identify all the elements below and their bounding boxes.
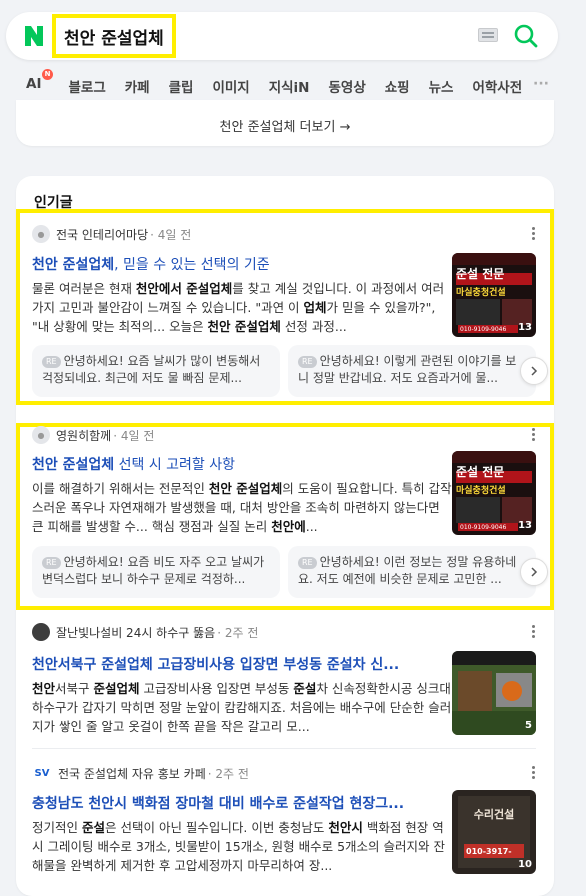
post-item[interactable]: ● 영원히함께 · 4일 전 천안 준설업체 선택 시 고려할 사항 이를 해결…	[16, 423, 554, 610]
thumbnail-subtitle: 마실충청건설	[456, 288, 506, 298]
post-title[interactable]: 천안 준설업체, 믿을 수 있는 선택의 기준	[32, 254, 452, 274]
naver-logo-icon[interactable]	[22, 24, 48, 48]
post-time: · 2주 전	[217, 625, 259, 640]
post-item[interactable]: ● 전국 인테리어마당 · 4일 전 천안 준설업체, 믿을 수 있는 선택의 …	[16, 209, 554, 405]
reply-item[interactable]: RE 안녕하세요! 요즘 비도 자주 오고 날씨가 변덕스럽다 보니 하수구 문제…	[32, 546, 280, 598]
tab-blog[interactable]: 블로그	[68, 76, 105, 96]
post-thumbnail[interactable]: 수리건설 010-3917- 10	[452, 790, 536, 874]
new-badge: N	[42, 69, 53, 80]
tab-clip[interactable]: 클립	[169, 76, 194, 96]
reply-item[interactable]: RE 안녕하세요! 이런 정보는 정말 유용하네요. 저도 예전에 비슷한 문제로…	[288, 546, 536, 598]
search-input[interactable]: 천안 준설업체	[52, 14, 176, 58]
more-options-icon[interactable]	[532, 766, 536, 780]
image-count: 5	[525, 720, 532, 731]
image-count: 10	[518, 859, 532, 870]
reply-badge: RE	[298, 557, 317, 569]
thumbnail-phone: 010-9109-9046	[460, 326, 507, 333]
reply-list: RE 안녕하세요! 요즘 날씨가 많이 변동해서 걱정되네요. 최근에 저도 물 …	[32, 345, 536, 397]
keyboard-icon[interactable]	[478, 28, 498, 42]
post-header: ● 영원히함께 · 4일 전	[32, 426, 154, 444]
avatar[interactable]: ●	[32, 225, 50, 243]
thumbnail-phone: 010-3917-	[466, 847, 512, 856]
post-title[interactable]: 천안 준설업체 선택 시 고려할 사항	[32, 454, 452, 474]
next-replies-button[interactable]	[520, 357, 548, 385]
post-thumbnail[interactable]: 5	[452, 651, 536, 735]
thumbnail-subtitle: 마실충청건설	[456, 486, 506, 496]
search-tabs: AI N 블로그 카페 클립 이미지 지식iN 동영상 쇼핑 뉴스 어학사전	[26, 69, 541, 96]
more-options-icon[interactable]	[532, 227, 536, 241]
thumbnail-title: 준설 전문	[456, 267, 505, 281]
post-item[interactable]: SV 전국 준설업체 자유 홍보 카페 · 2주 전 충청남도 천안시 백화점 …	[16, 764, 554, 894]
reply-item[interactable]: RE 안녕하세요! 요즘 날씨가 많이 변동해서 걱정되네요. 최근에 저도 물 …	[32, 345, 280, 397]
post-author[interactable]: 영원히함께	[56, 427, 111, 444]
thumbnail-title: 수리건설	[473, 808, 515, 821]
more-results-card: 천안 준설업체 더보기 →	[16, 100, 554, 146]
post-author[interactable]: 전국 인테리어마당	[56, 226, 148, 243]
more-options-icon[interactable]	[532, 625, 536, 639]
post-author[interactable]: 전국 준설업체 자유 홍보 카페	[58, 765, 206, 782]
avatar[interactable]	[32, 623, 50, 641]
post-body: 물론 여러분은 현재 천안에서 준설업체를 찾고 계실 것입니다. 이 과정에서…	[32, 281, 445, 334]
post-author[interactable]: 잘난빛나설비 24시 하수구 뚫음	[56, 624, 215, 641]
reply-badge: RE	[298, 356, 317, 368]
avatar[interactable]: SV	[32, 764, 52, 782]
search-query: 천안 준설업체	[64, 28, 164, 49]
popular-posts-section: 인기글 ● 전국 인테리어마당 · 4일 전 천안 준설업체, 믿을 수 있는 …	[16, 176, 554, 896]
avatar[interactable]: ●	[32, 426, 50, 444]
tab-ai[interactable]: AI N	[26, 69, 53, 96]
post-header: 잘난빛나설비 24시 하수구 뚫음 · 2주 전	[32, 623, 258, 641]
tab-news[interactable]: 뉴스	[429, 76, 454, 96]
thumbnail-phone: 010-9109-9046	[460, 524, 507, 531]
post-thumbnail[interactable]: 준설 전문 마실충청건설 010-9109-9046 13	[452, 451, 536, 535]
search-bar[interactable]: 천안 준설업체	[6, 12, 558, 60]
thumbnail-title: 준설 전문	[456, 465, 505, 479]
image-count: 13	[518, 322, 532, 333]
post-time: · 2주 전	[207, 766, 249, 781]
post-time: · 4일 전	[150, 227, 192, 242]
more-results-link[interactable]: 천안 준설업체 더보기 →	[16, 116, 554, 135]
tab-shopping[interactable]: 쇼핑	[385, 76, 410, 96]
tab-image[interactable]: 이미지	[212, 76, 249, 96]
post-title[interactable]: 충청남도 천안시 백화점 장마철 대비 배수로 준설작업 현장그...	[32, 793, 452, 813]
tab-video[interactable]: 동영상	[328, 76, 365, 96]
reply-badge: RE	[42, 557, 61, 569]
tab-kin[interactable]: 지식iN	[269, 76, 310, 96]
post-item[interactable]: 잘난빛나설비 24시 하수구 뚫음 · 2주 전 천안서북구 준설업체 고급장비…	[16, 623, 554, 753]
search-icon[interactable]	[512, 22, 540, 50]
more-options-icon[interactable]	[532, 428, 536, 442]
post-body: 천안서북구 준설업체 고급장비사용 입장면 부성동 준설차 신속정확한시공 싱크…	[32, 681, 452, 734]
divider	[32, 748, 536, 749]
post-body: 이를 해결하기 위해서는 전문적인 천안 준설업체의 도움이 필요합니다. 특히…	[32, 481, 452, 534]
post-thumbnail[interactable]: 준설 전문 마실충청건설 010-9109-9046 13	[452, 253, 536, 337]
image-count: 13	[518, 520, 532, 531]
chevron-right-icon	[531, 366, 538, 376]
post-body: 정기적인 준설은 선택이 아닌 필수입니다. 이번 충청남도 천안시 백화점 현…	[32, 820, 445, 873]
post-header: ● 전국 인테리어마당 · 4일 전	[32, 225, 191, 243]
post-header: SV 전국 준설업체 자유 홍보 카페 · 2주 전	[32, 764, 249, 782]
reply-badge: RE	[42, 356, 61, 368]
reply-list: RE 안녕하세요! 요즘 비도 자주 오고 날씨가 변덕스럽다 보니 하수구 문제…	[32, 546, 536, 598]
post-title[interactable]: 천안서북구 준설업체 고급장비사용 입장면 부성동 준설차 신...	[32, 654, 452, 674]
tab-cafe[interactable]: 카페	[125, 76, 150, 96]
post-time: · 4일 전	[113, 428, 155, 443]
more-tabs-icon[interactable]: ···	[533, 76, 549, 92]
tab-dictionary[interactable]: 어학사전	[472, 76, 522, 96]
reply-item[interactable]: RE 안녕하세요! 이렇게 관련된 이야기를 보니 정말 반갑네요. 저도 요즘과…	[288, 345, 536, 397]
chevron-right-icon	[531, 567, 538, 577]
next-replies-button[interactable]	[520, 558, 548, 586]
